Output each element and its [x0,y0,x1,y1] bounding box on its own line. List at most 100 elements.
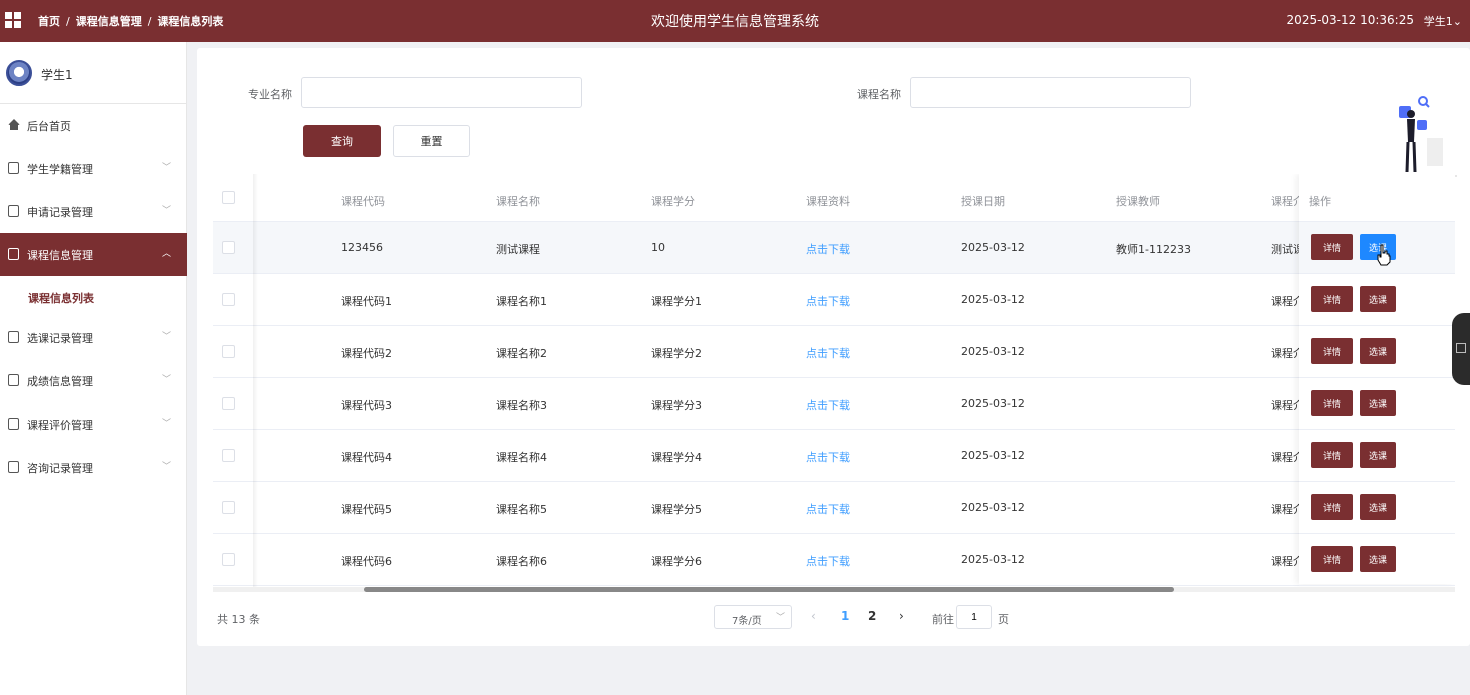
chevron-down-icon: ﹀ [161,163,171,173]
detail-button[interactable]: 详情 [1311,442,1353,468]
page-2[interactable]: 2 [868,609,876,623]
cell-course-credit: 课程学分1 [651,295,702,308]
download-link[interactable]: 点击下载 [806,241,850,257]
table-row[interactable]: 123456 测试课程 10 点击下载 2025-03-12 教师1-11223… [213,222,1455,274]
cell-course-code: 123456 [341,241,383,254]
row-checkbox[interactable] [222,501,235,514]
download-link[interactable]: 点击下载 [806,501,850,517]
top-bar: 首页 / 课程信息管理 / 课程信息列表 欢迎使用学生信息管理系统 2025-03-12… [0,0,1470,42]
document-icon [8,374,19,386]
sidebar-user-name: 学生1 [41,68,73,82]
row-checkbox[interactable] [222,293,235,306]
sidebar-item-selection-records[interactable]: 选课记录管理 ﹀ [0,316,187,359]
detail-button[interactable]: 详情 [1311,234,1353,260]
expand-icon [1456,343,1466,353]
row-checkbox[interactable] [222,449,235,462]
select-all-checkbox[interactable] [222,191,235,204]
current-datetime: 2025-03-12 10:36:25 [1286,13,1414,27]
document-icon [8,248,19,260]
document-icon [8,205,19,217]
download-link[interactable]: 点击下载 [806,397,850,413]
horizontal-scrollbar[interactable] [213,587,1455,592]
table-row[interactable]: 课程代码3 课程名称3 课程学分3 点击下载 2025-03-12 课程介绍3 [213,378,1455,430]
cell-course-credit: 课程学分5 [651,503,702,516]
header-teaching-date: 授课日期 [961,195,1005,208]
sidebar-item-course-evaluation[interactable]: 课程评价管理 ﹀ [0,403,187,446]
detail-button[interactable]: 详情 [1311,338,1353,364]
cell-course-name: 课程名称1 [496,295,547,308]
chevron-down-icon: ﹀ [161,332,171,342]
main-panel: 专业名称 课程名称 查询 重置 课程代码 课程名称 课程学分 课程资料 授课日期… [197,48,1470,646]
cell-teaching-date: 2025-03-12 [961,501,1025,514]
download-link[interactable]: 点击下载 [806,293,850,309]
sidebar-item-application-records[interactable]: 申请记录管理 ﹀ [0,190,187,233]
cell-course-name: 课程名称3 [496,399,547,412]
select-course-button[interactable]: 选课 [1360,338,1396,364]
prev-page-button[interactable]: ‹ [811,609,816,623]
select-course-button[interactable]: 选课 [1360,442,1396,468]
goto-unit: 页 [998,613,1009,626]
table-row[interactable]: 课程代码4 课程名称4 课程学分4 点击下载 2025-03-12 课程介绍4 [213,430,1455,482]
major-name-label: 专业名称 [248,88,292,101]
detail-button[interactable]: 详情 [1311,286,1353,312]
scrollbar-thumb[interactable] [364,587,1174,592]
row-checkbox[interactable] [222,553,235,566]
operation-column: 操作 详情 选课 详情 选课 详情 选课 详情 选课 详情 选课 详情 选课 详… [1299,174,1455,586]
operation-header: 操作 [1299,174,1455,222]
major-name-input[interactable] [301,77,582,108]
header-course-code: 课程代码 [341,195,385,208]
cell-teaching-date: 2025-03-12 [961,345,1025,358]
chevron-down-icon: ﹀ [161,375,171,385]
goto-page-input[interactable] [956,605,992,629]
sidebar-item-grades[interactable]: 成绩信息管理 ﹀ [0,359,187,402]
query-button[interactable]: 查询 [303,125,381,157]
chevron-up-icon: ︿ [161,249,171,259]
system-title: 欢迎使用学生信息管理系统 [651,14,819,30]
cell-course-name: 测试课程 [496,243,540,256]
row-checkbox[interactable] [222,241,235,254]
select-course-button[interactable]: 选课 [1360,494,1396,520]
cell-course-credit: 10 [651,241,665,254]
course-name-input[interactable] [910,77,1191,108]
chevron-down-icon: ﹀ [775,613,785,623]
download-link[interactable]: 点击下载 [806,345,850,361]
header-course-material: 课程资料 [806,195,850,208]
detail-button[interactable]: 详情 [1311,390,1353,416]
table-row[interactable]: 课程代码6 课程名称6 课程学分6 点击下载 2025-03-12 课程介绍6 [213,534,1455,586]
table-row[interactable]: 课程代码5 课程名称5 课程学分5 点击下载 2025-03-12 课程介绍5 [213,482,1455,534]
select-course-button[interactable]: 选课 [1360,546,1396,572]
operation-cell: 详情 选课 [1299,482,1455,534]
table-row[interactable]: 课程代码2 课程名称2 课程学分2 点击下载 2025-03-12 课程介绍2 [213,326,1455,378]
select-course-button[interactable]: 选课 [1360,390,1396,416]
row-checkbox[interactable] [222,345,235,358]
chevron-down-icon: ﹀ [161,462,171,472]
search-illustration [1367,96,1457,177]
select-course-button[interactable]: 选课 [1360,286,1396,312]
chevron-down-icon: ﹀ [161,419,171,429]
operation-cell: 详情 选课 [1299,378,1455,430]
detail-button[interactable]: 详情 [1311,494,1353,520]
page-size-select[interactable]: 7条/页 ﹀ [714,605,792,629]
sidebar-item-course-info[interactable]: 课程信息管理 ︿ [0,233,187,276]
cell-course-code: 课程代码6 [341,555,392,568]
sidebar-item-student-status[interactable]: 学生学籍管理 ﹀ [0,147,187,190]
download-link[interactable]: 点击下载 [806,553,850,569]
next-page-button[interactable]: › [899,609,904,623]
header-course-credit: 课程学分 [651,195,695,208]
total-count: 共 13 条 [217,613,260,626]
page-1[interactable]: 1 [841,609,849,623]
sidebar-item-home[interactable]: 后台首页 [0,104,187,147]
cell-teaching-date: 2025-03-12 [961,449,1025,462]
sidebar-subitem-course-list[interactable]: 课程信息列表 [0,276,187,316]
table-row[interactable]: 课程代码1 课程名称1 课程学分1 点击下载 2025-03-12 课程介绍1 [213,274,1455,326]
detail-button[interactable]: 详情 [1311,546,1353,572]
user-dropdown[interactable]: 学生1⌄ [1424,13,1462,29]
download-link[interactable]: 点击下载 [806,449,850,465]
floating-side-tab[interactable] [1452,313,1470,385]
sidebar-item-consultation[interactable]: 咨询记录管理 ﹀ [0,446,187,489]
reset-button[interactable]: 重置 [393,125,470,157]
row-checkbox[interactable] [222,397,235,410]
cell-course-code: 课程代码4 [341,451,392,464]
cell-course-credit: 课程学分4 [651,451,702,464]
goto-label: 前往 [932,613,954,626]
